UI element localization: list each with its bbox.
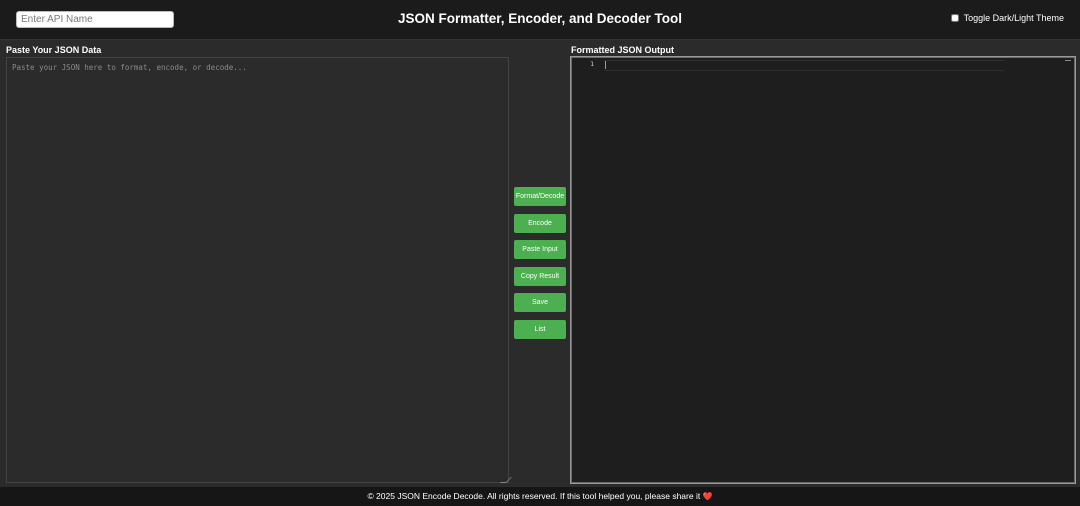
theme-toggle[interactable]: Toggle Dark/Light Theme (950, 13, 1064, 23)
output-panel-label: Formatted JSON Output (571, 45, 674, 55)
paste-input-button[interactable]: Paste Input (514, 240, 566, 259)
heart-icon: ❤️ (702, 492, 713, 501)
scrollbar-marker[interactable] (1065, 60, 1071, 61)
text-cursor (605, 61, 606, 69)
format-decode-button[interactable]: Format/Decode (514, 187, 566, 206)
json-input-textarea[interactable] (6, 57, 509, 483)
encode-button[interactable]: Encode (514, 213, 566, 233)
input-panel-label: Paste Your JSON Data (6, 45, 102, 55)
action-buttons: Format/Decode Encode Paste Input Copy Re… (514, 187, 566, 346)
theme-toggle-checkbox[interactable] (950, 14, 959, 22)
list-button[interactable]: List (514, 319, 566, 339)
current-line-highlight (604, 60, 1004, 71)
copy-result-button[interactable]: Copy Result (514, 266, 566, 286)
header-bar: JSON Formatter, Encoder, and Decoder Too… (0, 0, 1080, 40)
line-number-gutter: 1 (572, 58, 600, 482)
json-output-editor[interactable]: 1 (570, 56, 1076, 484)
footer-text: © 2025 JSON Encode Decode. All rights re… (367, 491, 701, 501)
api-name-input[interactable] (16, 11, 174, 28)
footer: © 2025 JSON Encode Decode. All rights re… (0, 487, 1080, 506)
line-number: 1 (590, 60, 594, 68)
theme-toggle-label: Toggle Dark/Light Theme (963, 13, 1064, 23)
save-button[interactable]: Save (514, 293, 566, 312)
